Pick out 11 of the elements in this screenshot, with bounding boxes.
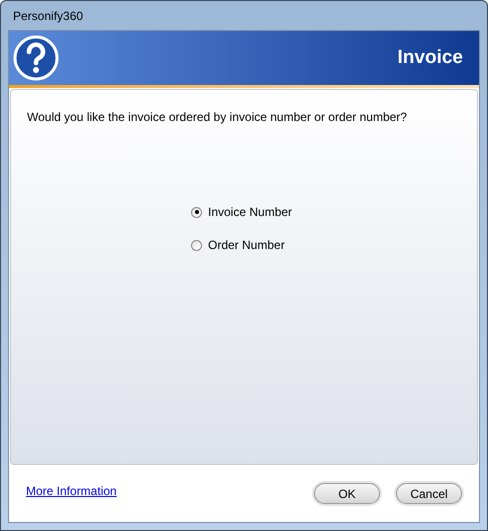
radio-button[interactable] bbox=[191, 240, 202, 250]
question-text: Would you like the invoice ordered by invoice number or order number? bbox=[27, 109, 408, 126]
more-information-link[interactable]: More Information bbox=[26, 482, 117, 500]
dialog-button[interactable]: OK bbox=[314, 483, 380, 504]
dialog-button[interactable]: Cancel bbox=[396, 483, 462, 504]
radio-label[interactable]: Invoice Number bbox=[208, 203, 292, 221]
radio-label[interactable]: Order Number bbox=[208, 236, 285, 254]
help-icon bbox=[13, 35, 59, 81]
radio-button[interactable] bbox=[191, 206, 202, 218]
window-title: Personify360 bbox=[13, 8, 84, 24]
banner-title: Invoice bbox=[398, 46, 463, 70]
